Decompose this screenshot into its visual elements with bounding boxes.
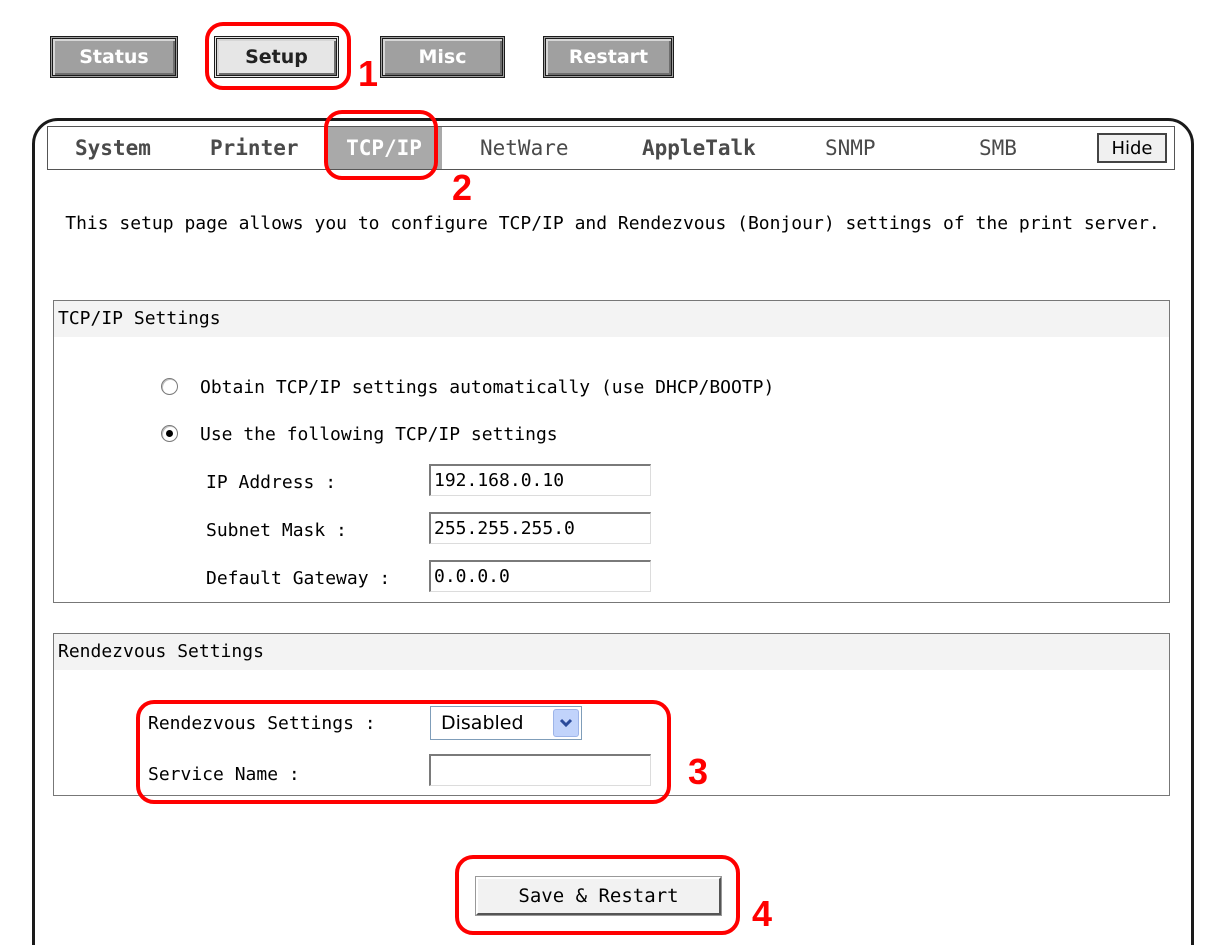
status-button[interactable]: Status	[50, 36, 178, 78]
tab-printer[interactable]: Printer	[204, 127, 305, 169]
setup-tab-bar: System Printer TCP/IP NetWare AppleTalk …	[47, 126, 1175, 170]
tab-netware[interactable]: NetWare	[474, 127, 575, 169]
restart-button[interactable]: Restart	[543, 36, 674, 78]
rendezvous-settings-title: Rendezvous Settings	[54, 634, 1169, 670]
tab-appletalk[interactable]: AppleTalk	[636, 127, 762, 169]
setup-button[interactable]: Setup	[214, 36, 339, 78]
default-gateway-input[interactable]	[429, 560, 651, 592]
tcpip-settings-section: TCP/IP Settings	[53, 300, 1170, 603]
manual-option-label: Use the following TCP/IP settings	[200, 424, 558, 445]
tab-system[interactable]: System	[69, 127, 157, 169]
subnet-mask-label: Subnet Mask :	[206, 520, 347, 541]
manual-ip-radio[interactable]	[161, 425, 178, 442]
chevron-down-icon[interactable]	[553, 709, 579, 737]
service-name-input[interactable]	[429, 754, 651, 786]
rendezvous-setting-label: Rendezvous Settings :	[148, 713, 376, 734]
hide-button[interactable]: Hide	[1097, 133, 1167, 163]
step-1-marker: 1	[358, 53, 379, 94]
ip-address-label: IP Address :	[206, 472, 337, 493]
dhcp-radio[interactable]	[161, 378, 178, 395]
rendezvous-select-value: Disabled	[441, 712, 524, 734]
default-gateway-label: Default Gateway :	[206, 568, 391, 589]
dhcp-option-label: Obtain TCP/IP settings automatically (us…	[200, 377, 775, 398]
save-restart-button[interactable]: Save & Restart	[475, 876, 722, 916]
ip-address-input[interactable]	[429, 464, 651, 496]
step-4-marker: 4	[752, 893, 773, 934]
page-description: This setup page allows you to configure …	[65, 213, 1160, 234]
tab-smb[interactable]: SMB	[973, 127, 1023, 169]
step-2-marker: 2	[452, 167, 473, 208]
service-name-label: Service Name :	[148, 764, 300, 785]
tab-tcpip[interactable]: TCP/IP	[326, 127, 442, 169]
tcpip-settings-title: TCP/IP Settings	[54, 301, 1169, 337]
rendezvous-select[interactable]: Disabled	[430, 706, 582, 740]
subnet-mask-input[interactable]	[429, 512, 651, 544]
tab-snmp[interactable]: SNMP	[819, 127, 882, 169]
misc-button[interactable]: Misc	[380, 36, 505, 78]
step-3-marker: 3	[688, 751, 709, 792]
